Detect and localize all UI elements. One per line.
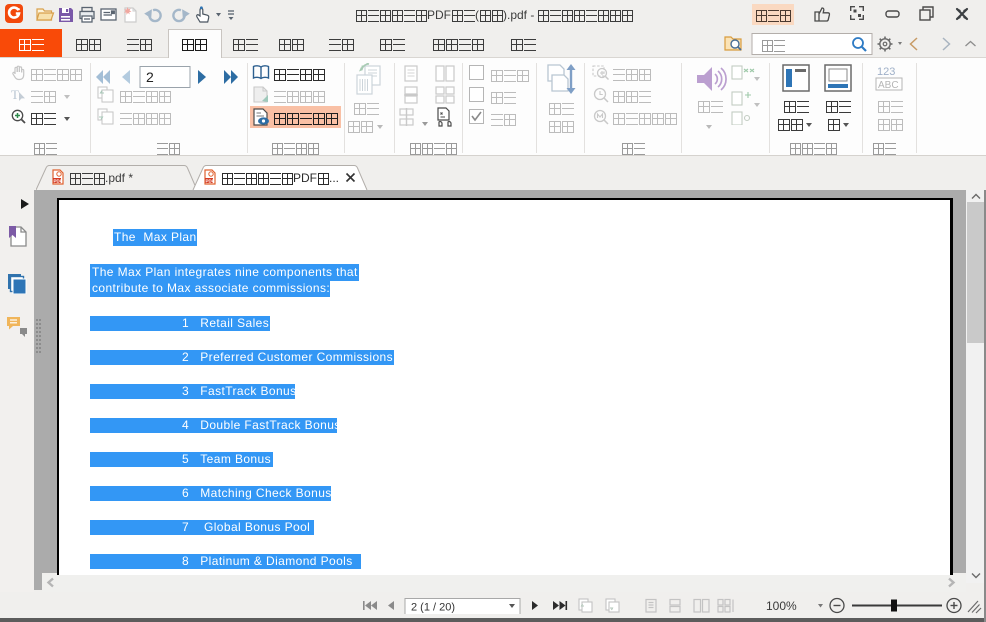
svg-text:2: 2 (146, 69, 154, 85)
svg-text:123: 123 (877, 66, 895, 78)
svg-text:2 (1 / 20): 2 (1 / 20) (411, 602, 455, 614)
svg-text:ABC: ABC (878, 80, 899, 91)
svg-text:T: T (11, 87, 19, 102)
svg-text:PDF: PDF (54, 178, 63, 183)
svg-text:PDF: PDF (206, 178, 215, 183)
